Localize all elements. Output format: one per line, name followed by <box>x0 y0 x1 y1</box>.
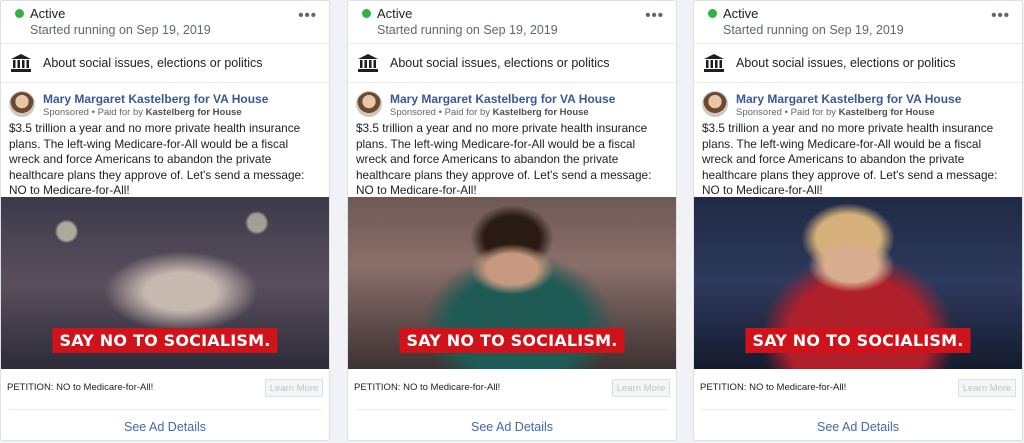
ad-body-text: $3.5 trillion a year and no more private… <box>356 121 652 197</box>
ad-image[interactable]: SAY NO TO SOCIALISM. <box>348 197 676 369</box>
category-row: About social issues, elections or politi… <box>694 44 1022 83</box>
more-options-button[interactable]: ••• <box>645 7 664 24</box>
paid-by-name: Kastelberg for House <box>492 107 589 118</box>
advertiser-name[interactable]: Mary Margaret Kastelberg for VA House <box>736 92 961 106</box>
ad-image[interactable]: SAY NO TO SOCIALISM. <box>694 197 1022 369</box>
image-caption: SAY NO TO SOCIALISM. <box>745 328 971 353</box>
advertiser-avatar[interactable] <box>9 91 35 117</box>
cta-row: PETITION: NO to Medicare-for-All! Learn … <box>354 369 670 410</box>
image-caption: SAY NO TO SOCIALISM. <box>399 328 625 353</box>
started-date: Started running on Sep 19, 2019 <box>723 23 904 37</box>
more-options-button[interactable]: ••• <box>298 7 317 24</box>
status-row: Active Started running on Sep 19, 2019 •… <box>348 1 676 44</box>
ad-body-text: $3.5 trillion a year and no more private… <box>702 121 998 197</box>
learn-more-button[interactable]: Learn More <box>265 379 323 397</box>
ad-card-1: Active Started running on Sep 19, 2019 •… <box>0 0 330 441</box>
paid-by-name: Kastelberg for House <box>145 107 242 118</box>
started-date: Started running on Sep 19, 2019 <box>377 23 558 37</box>
advertiser-row: Mary Margaret Kastelberg for VA House Sp… <box>1 83 329 118</box>
learn-more-button[interactable]: Learn More <box>612 379 670 397</box>
category-label: About social issues, elections or politi… <box>43 56 263 70</box>
advertiser-name[interactable]: Mary Margaret Kastelberg for VA House <box>43 92 268 106</box>
ad-card-2: Active Started running on Sep 19, 2019 •… <box>347 0 677 441</box>
started-date: Started running on Sep 19, 2019 <box>30 23 211 37</box>
paid-prefix: Paid for by <box>444 107 490 118</box>
cta-text: PETITION: NO to Medicare-for-All! <box>354 382 501 393</box>
learn-more-button[interactable]: Learn More <box>958 379 1016 397</box>
paid-prefix: Paid for by <box>97 107 143 118</box>
active-dot-icon <box>362 9 371 18</box>
paid-by-name: Kastelberg for House <box>838 107 935 118</box>
advertiser-avatar[interactable] <box>702 91 728 117</box>
paid-prefix: Paid for by <box>790 107 836 118</box>
status-label: Active <box>723 6 759 21</box>
sponsored-label: Sponsored <box>736 107 782 118</box>
advertiser-name[interactable]: Mary Margaret Kastelberg for VA House <box>390 92 615 106</box>
category-label: About social issues, elections or politi… <box>390 56 610 70</box>
image-caption: SAY NO TO SOCIALISM. <box>52 328 278 353</box>
bank-building-icon <box>704 54 724 72</box>
cta-row: PETITION: NO to Medicare-for-All! Learn … <box>700 369 1016 410</box>
status-label: Active <box>30 6 66 21</box>
ad-card-3: Active Started running on Sep 19, 2019 •… <box>693 0 1023 441</box>
see-ad-details-link[interactable]: See Ad Details <box>348 410 676 434</box>
status-label: Active <box>377 6 413 21</box>
active-dot-icon <box>708 9 717 18</box>
see-ad-details-link[interactable]: See Ad Details <box>1 410 329 434</box>
category-label: About social issues, elections or politi… <box>736 56 956 70</box>
ad-body-text: $3.5 trillion a year and no more private… <box>9 121 305 197</box>
advertiser-avatar[interactable] <box>356 91 382 117</box>
see-ad-details-link[interactable]: See Ad Details <box>694 410 1022 434</box>
advertiser-row: Mary Margaret Kastelberg for VA House Sp… <box>348 83 676 118</box>
category-row: About social issues, elections or politi… <box>348 44 676 83</box>
more-options-button[interactable]: ••• <box>991 7 1010 24</box>
sponsor-info: Sponsored • Paid for by Kastelberg for H… <box>390 107 589 118</box>
category-row: About social issues, elections or politi… <box>1 44 329 83</box>
sponsor-info: Sponsored • Paid for by Kastelberg for H… <box>736 107 935 118</box>
bank-building-icon <box>358 54 378 72</box>
status-row: Active Started running on Sep 19, 2019 •… <box>1 1 329 44</box>
cta-row: PETITION: NO to Medicare-for-All! Learn … <box>7 369 323 410</box>
sponsored-label: Sponsored <box>43 107 89 118</box>
ad-image[interactable]: SAY NO TO SOCIALISM. <box>1 197 329 369</box>
sponsored-label: Sponsored <box>390 107 436 118</box>
cta-text: PETITION: NO to Medicare-for-All! <box>7 382 154 393</box>
advertiser-row: Mary Margaret Kastelberg for VA House Sp… <box>694 83 1022 118</box>
cta-text: PETITION: NO to Medicare-for-All! <box>700 382 847 393</box>
sponsor-info: Sponsored • Paid for by Kastelberg for H… <box>43 107 242 118</box>
active-dot-icon <box>15 9 24 18</box>
bank-building-icon <box>11 54 31 72</box>
status-row: Active Started running on Sep 19, 2019 •… <box>694 1 1022 44</box>
